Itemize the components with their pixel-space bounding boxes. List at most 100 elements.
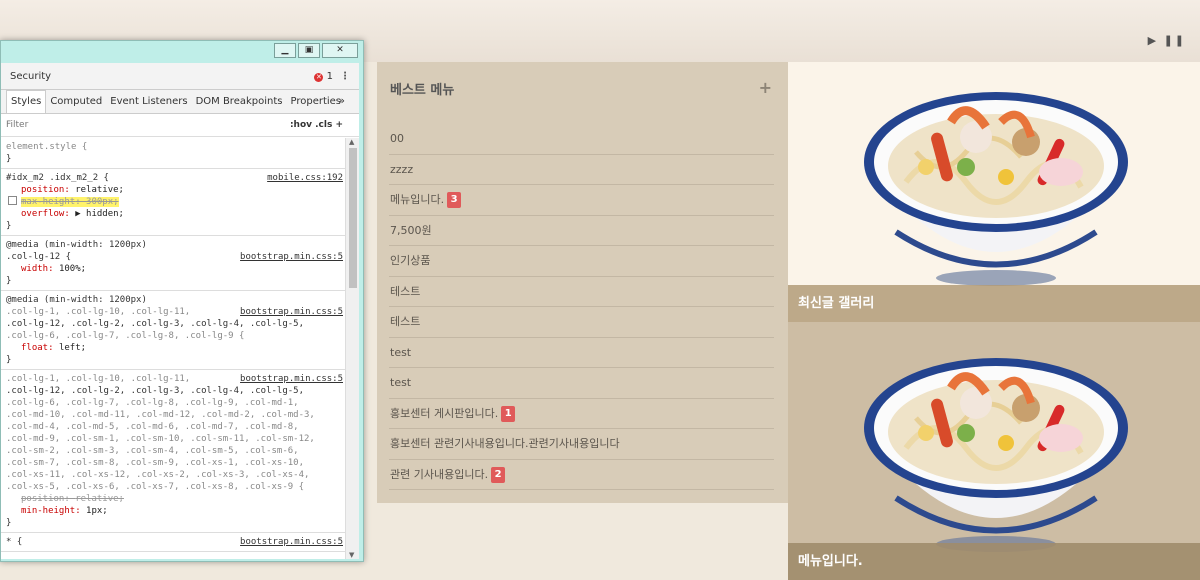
styles-pane: element.style { } #idx_m2 .idx_m2_2 { mob… (1, 138, 345, 559)
media-query: @media (min-width: 1200px) (6, 295, 147, 305)
rule-selector: .col-lg-1, .col-lg-10, .col-lg-11, (6, 374, 191, 384)
property-checkbox[interactable] (8, 196, 17, 205)
list-item[interactable]: 홍보센터 관련기사내용입니다.관련기사내용입니다 (389, 429, 774, 460)
security-label[interactable]: Security (10, 71, 51, 82)
source-link[interactable]: bootstrap.min.css:5 (240, 373, 343, 385)
rule-selector: .col-lg-12 { (6, 252, 72, 262)
rule-close: } (6, 221, 12, 231)
rule-selector: .col-sm-2, .col-sm-3, .col-sm-4, .col-sm… (6, 446, 299, 456)
more-plus-icon[interactable]: + (759, 78, 772, 97)
maximize-icon[interactable]: ▣ (298, 43, 320, 58)
css-rule[interactable]: @media (min-width: 1200px) .col-lg-12 { b… (1, 236, 345, 291)
list-item[interactable]: 관련 기사내용입니다. 2 (389, 460, 774, 490)
best-menu-list: 00 zzzz 메뉴입니다. 3 7,500원 인기상품 테스트 테스트 test… (389, 124, 776, 490)
list-item[interactable]: 메뉴입니다. 3 (389, 185, 774, 216)
best-menu-panel: 베스트 메뉴 + 00 zzzz 메뉴입니다. 3 7,500원 인기상품 테스트… (377, 62, 788, 503)
list-item-label[interactable]: test (390, 346, 411, 359)
tab-computed[interactable]: Computed (46, 91, 106, 114)
devtools-panel: Security ✕ 1 ⋮ Styles Computed Event Liste… (1, 63, 359, 559)
source-link[interactable]: bootstrap.min.css:5 (240, 306, 343, 318)
source-link[interactable]: mobile.css:192 (267, 172, 343, 184)
list-item[interactable]: 00 (389, 124, 774, 155)
rule-selector: .col-md-10, .col-md-11, .col-md-12, .col… (6, 410, 315, 420)
rule-close: } (6, 276, 12, 286)
list-item[interactable]: 테스트 (389, 307, 774, 338)
list-item[interactable]: test (389, 338, 774, 368)
css-rule[interactable]: #idx_m2 .idx_m2_2 { mobile.css:192 positi… (1, 169, 345, 236)
css-rule[interactable]: * {bootstrap.min.css:5 (1, 533, 345, 552)
tab-styles[interactable]: Styles (6, 90, 47, 113)
filter-placeholder[interactable]: Filter (6, 120, 28, 130)
source-link[interactable]: bootstrap.min.css:5 (240, 536, 343, 548)
filter-tools[interactable]: :hov .cls + (290, 114, 343, 137)
list-item[interactable]: 인기상품 (389, 246, 774, 277)
css-rule[interactable]: @media (min-width: 1200px) .col-lg-1, .c… (1, 291, 345, 370)
rule-selector: .col-lg-1, .col-lg-10, .col-lg-11, (6, 307, 191, 317)
rule-selector: .col-lg-12, .col-lg-2, .col-lg-3, .col-l… (6, 319, 305, 329)
security-tab[interactable]: Security ✕ 1 ⋮ (1, 63, 359, 90)
styles-scrollbar[interactable]: ▲ ▼ (345, 138, 359, 559)
list-item-label[interactable]: 7,500원 (390, 224, 432, 237)
list-item-label[interactable]: zzzz (390, 163, 413, 176)
list-item[interactable]: test (389, 368, 774, 399)
rule-selector: .col-md-9, .col-sm-1, .col-sm-10, .col-s… (6, 434, 315, 444)
gallery-caption[interactable]: 메뉴입니다. (788, 543, 1200, 580)
rule-selector: #idx_m2 .idx_m2_2 { (6, 173, 109, 183)
list-item-label[interactable]: 인기상품 (390, 254, 430, 267)
list-item-label[interactable]: 관련 기사내용입니다. (390, 468, 488, 481)
close-icon[interactable]: ✕ (322, 43, 358, 58)
devtools-window: ▁ ▣ ✕ Security ✕ 1 ⋮ Styles Computed Event… (0, 40, 364, 562)
gallery-caption[interactable]: 최신글 갤러리 (788, 285, 1200, 322)
list-item-label[interactable]: 00 (390, 132, 404, 145)
comment-count-badge: 1 (501, 405, 516, 422)
rule-selector: .col-md-4, .col-md-5, .col-md-6, .col-md… (6, 422, 299, 432)
list-item[interactable]: 테스트 (389, 277, 774, 307)
slider-play-pause-controls[interactable]: ▶ ❚❚ (1148, 34, 1186, 47)
error-icon: ✕ (314, 73, 324, 82)
css-property[interactable]: position: relative; (6, 184, 345, 196)
css-property-disabled[interactable]: max-height: 300px; (6, 196, 345, 208)
list-item[interactable]: 홍보센터 게시판입니다. 1 (389, 399, 774, 429)
comment-count-badge: 2 (491, 466, 506, 483)
more-options-icon[interactable]: ⋮ (340, 63, 350, 90)
scroll-down-icon[interactable]: ▼ (349, 551, 354, 559)
list-item-label[interactable]: 테스트 (390, 315, 420, 328)
css-rule[interactable]: .col-lg-1, .col-lg-10, .col-lg-11, bootst… (1, 370, 345, 533)
list-item-label[interactable]: 홍보센터 게시판입니다. (390, 407, 498, 420)
devtools-titlebar[interactable]: ▁ ▣ ✕ (1, 41, 363, 61)
list-item[interactable]: zzzz (389, 155, 774, 185)
list-item-label[interactable]: 홍보센터 관련기사내용입니다.관련기사내용입니다 (390, 437, 620, 450)
tab-event-listeners[interactable]: Event Listeners (106, 91, 191, 114)
error-counter[interactable]: ✕ 1 (314, 63, 333, 90)
css-rule[interactable]: element.style { } (1, 138, 345, 169)
error-count: 1 (326, 71, 333, 82)
scroll-up-icon[interactable]: ▲ (349, 138, 354, 146)
tab-dom-breakpoints[interactable]: DOM Breakpoints (192, 91, 287, 114)
gallery-tile-menu[interactable]: 메뉴입니다. (788, 322, 1200, 580)
list-item-label[interactable]: 메뉴입니다. (390, 193, 444, 206)
rule-selector: .col-xs-5, .col-xs-6, .col-xs-7, .col-xs… (6, 482, 305, 492)
gallery-tile-latest[interactable]: 최신글 갤러리 (788, 62, 1200, 322)
source-link[interactable]: bootstrap.min.css:5 (240, 251, 343, 263)
rule-selector: .col-xs-11, .col-xs-12, .col-xs-2, .col-… (6, 470, 310, 480)
css-property[interactable]: float: left; (6, 342, 345, 354)
media-query: @media (min-width: 1200px) (6, 240, 147, 250)
more-tabs-icon[interactable]: » (338, 90, 345, 112)
comment-count-badge: 3 (447, 192, 462, 208)
rule-selector: .col-lg-6, .col-lg-7, .col-lg-8, .col-lg… (6, 331, 245, 341)
rule-selector: .col-sm-7, .col-sm-8, .col-sm-9, .col-xs… (6, 458, 305, 468)
css-property[interactable]: min-height: 1px; (6, 505, 345, 517)
rule-selector: .col-lg-12, .col-lg-2, .col-lg-3, .col-l… (6, 386, 305, 396)
css-property[interactable]: width: 100%; (6, 263, 345, 275)
noodle-bowl-image (864, 358, 1128, 552)
minimize-icon[interactable]: ▁ (274, 43, 296, 58)
css-property[interactable]: overflow: ▶ hidden; (6, 208, 345, 220)
filter-input[interactable]: Filter :hov .cls + (1, 114, 359, 137)
list-item-label[interactable]: test (390, 376, 411, 389)
scrollbar-thumb[interactable] (349, 148, 357, 288)
list-item-label[interactable]: 테스트 (390, 285, 420, 298)
css-property-overridden[interactable]: position: relative; (6, 493, 345, 505)
list-item[interactable]: 7,500원 (389, 216, 774, 246)
tab-properties[interactable]: Properties (286, 91, 345, 114)
rule-selector: element.style { (6, 142, 88, 152)
